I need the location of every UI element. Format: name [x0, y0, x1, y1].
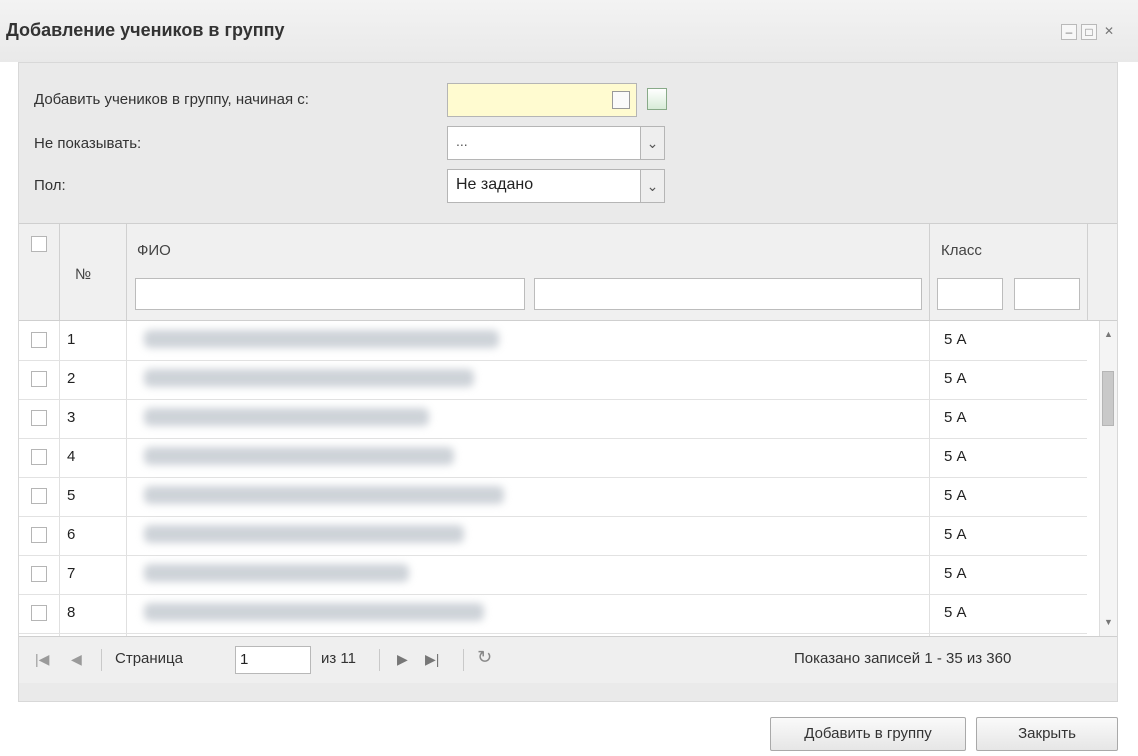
- row-checkbox[interactable]: [31, 332, 47, 348]
- hide-label: Не показывать:: [34, 135, 142, 152]
- header-divider: [59, 224, 60, 320]
- add-to-group-button[interactable]: Добавить в группу: [770, 717, 966, 751]
- dialog-title: Добавление учеников в группу: [6, 20, 285, 40]
- row-number: 1: [67, 331, 76, 348]
- select-all-checkbox[interactable]: [31, 236, 47, 252]
- page-label: Страница: [115, 650, 183, 667]
- sex-select[interactable]: Не задано ⌄: [447, 169, 665, 203]
- row-checkbox[interactable]: [31, 566, 47, 582]
- table-row[interactable]: 4 5 А: [19, 438, 1087, 478]
- hide-select-value: ...: [456, 133, 468, 149]
- fio-filter-2[interactable]: [534, 278, 922, 310]
- table-row[interactable]: 3 5 А: [19, 399, 1087, 439]
- redacted-name: [144, 369, 474, 387]
- row-checkbox[interactable]: [31, 488, 47, 504]
- close-icon[interactable]: ✕: [1101, 24, 1117, 40]
- calendar-icon[interactable]: [612, 91, 630, 109]
- sex-label: Пол:: [34, 177, 66, 194]
- row-number: 2: [67, 370, 76, 387]
- redacted-name: [144, 408, 429, 426]
- row-klass: 5 А: [944, 565, 967, 582]
- row-number: 3: [67, 409, 76, 426]
- scroll-down-icon[interactable]: ▼: [1104, 617, 1113, 627]
- first-page-icon[interactable]: |◀: [35, 651, 49, 668]
- row-klass: 5 А: [944, 604, 967, 621]
- scroll-up-icon[interactable]: ▲: [1104, 329, 1113, 339]
- row-klass: 5 А: [944, 487, 967, 504]
- fio-filter-1[interactable]: [135, 278, 525, 310]
- redacted-name: [144, 486, 504, 504]
- close-button[interactable]: Закрыть: [976, 717, 1118, 751]
- table-row[interactable]: 1 5 А: [19, 321, 1087, 361]
- sex-select-value: Не задано: [456, 176, 534, 193]
- table-row[interactable]: 2 5 А: [19, 360, 1087, 400]
- redacted-name: [144, 564, 409, 582]
- header-divider: [1087, 224, 1088, 320]
- pager-divider: [101, 649, 102, 671]
- last-page-icon[interactable]: ▶|: [425, 651, 439, 668]
- redacted-name: [144, 447, 454, 465]
- row-number: 8: [67, 604, 76, 621]
- row-klass: 5 А: [944, 331, 967, 348]
- redacted-name: [144, 330, 499, 348]
- pager-divider: [379, 649, 380, 671]
- records-summary: Показано записей 1 - 35 из 360: [794, 650, 1012, 667]
- num-header: №: [75, 266, 92, 283]
- header-divider: [929, 224, 930, 320]
- table-row[interactable]: 6 5 А: [19, 516, 1087, 556]
- row-number: 5: [67, 487, 76, 504]
- fio-header[interactable]: ФИО: [137, 242, 171, 259]
- vertical-scrollbar[interactable]: ▲ ▼: [1099, 321, 1117, 636]
- minimize-icon[interactable]: –: [1061, 24, 1077, 40]
- table-row[interactable]: 8 5 А: [19, 594, 1087, 634]
- start-label: Добавить учеников в группу, начиная с:: [34, 91, 309, 108]
- chevron-down-icon[interactable]: ⌄: [640, 170, 664, 202]
- pagination-bar: |◀ ◀ Страница 1 из 11 ▶ ▶| ↻ Показано за…: [19, 636, 1117, 683]
- table-row[interactable]: 7 5 А: [19, 555, 1087, 595]
- next-page-icon[interactable]: ▶: [397, 651, 408, 668]
- title-bar: Добавление учеников в группу – □ ✕: [0, 0, 1138, 62]
- klass-filter-1[interactable]: [937, 278, 1003, 310]
- klass-filter-2[interactable]: [1014, 278, 1080, 310]
- row-checkbox[interactable]: [31, 371, 47, 387]
- page-count: из 11: [321, 650, 356, 667]
- prev-page-icon[interactable]: ◀: [71, 651, 82, 668]
- row-number: 7: [67, 565, 76, 582]
- grid-header: № ФИО Класс: [19, 224, 1117, 321]
- header-divider: [126, 224, 127, 320]
- scrollbar-thumb[interactable]: [1102, 371, 1114, 426]
- row-checkbox[interactable]: [31, 449, 47, 465]
- klass-header[interactable]: Класс: [941, 242, 982, 259]
- hide-select[interactable]: ... ⌄: [447, 126, 665, 160]
- page-input[interactable]: 1: [235, 646, 311, 674]
- start-date-field[interactable]: [447, 83, 637, 117]
- refresh-icon[interactable]: ↻: [477, 647, 492, 668]
- students-grid: № ФИО Класс 1 5 А 2 5 А 3 5 А 4 5 А 5 5 …: [19, 223, 1117, 636]
- maximize-icon[interactable]: □: [1081, 24, 1097, 40]
- redacted-name: [144, 603, 484, 621]
- row-checkbox[interactable]: [31, 605, 47, 621]
- row-klass: 5 А: [944, 448, 967, 465]
- row-number: 4: [67, 448, 76, 465]
- redacted-name: [144, 525, 464, 543]
- dialog-body: Добавить учеников в группу, начиная с: Н…: [18, 62, 1118, 702]
- grid-rows: 1 5 А 2 5 А 3 5 А 4 5 А 5 5 А 6 5 А 7 5 …: [19, 321, 1087, 636]
- chevron-down-icon[interactable]: ⌄: [640, 127, 664, 159]
- row-klass: 5 А: [944, 409, 967, 426]
- row-number: 6: [67, 526, 76, 543]
- row-klass: 5 А: [944, 370, 967, 387]
- picker-icon[interactable]: [647, 88, 667, 110]
- add-students-dialog: Добавление учеников в группу – □ ✕ Добав…: [0, 0, 1138, 756]
- row-checkbox[interactable]: [31, 410, 47, 426]
- row-klass: 5 А: [944, 526, 967, 543]
- table-row[interactable]: 5 5 А: [19, 477, 1087, 517]
- pager-divider: [463, 649, 464, 671]
- row-checkbox[interactable]: [31, 527, 47, 543]
